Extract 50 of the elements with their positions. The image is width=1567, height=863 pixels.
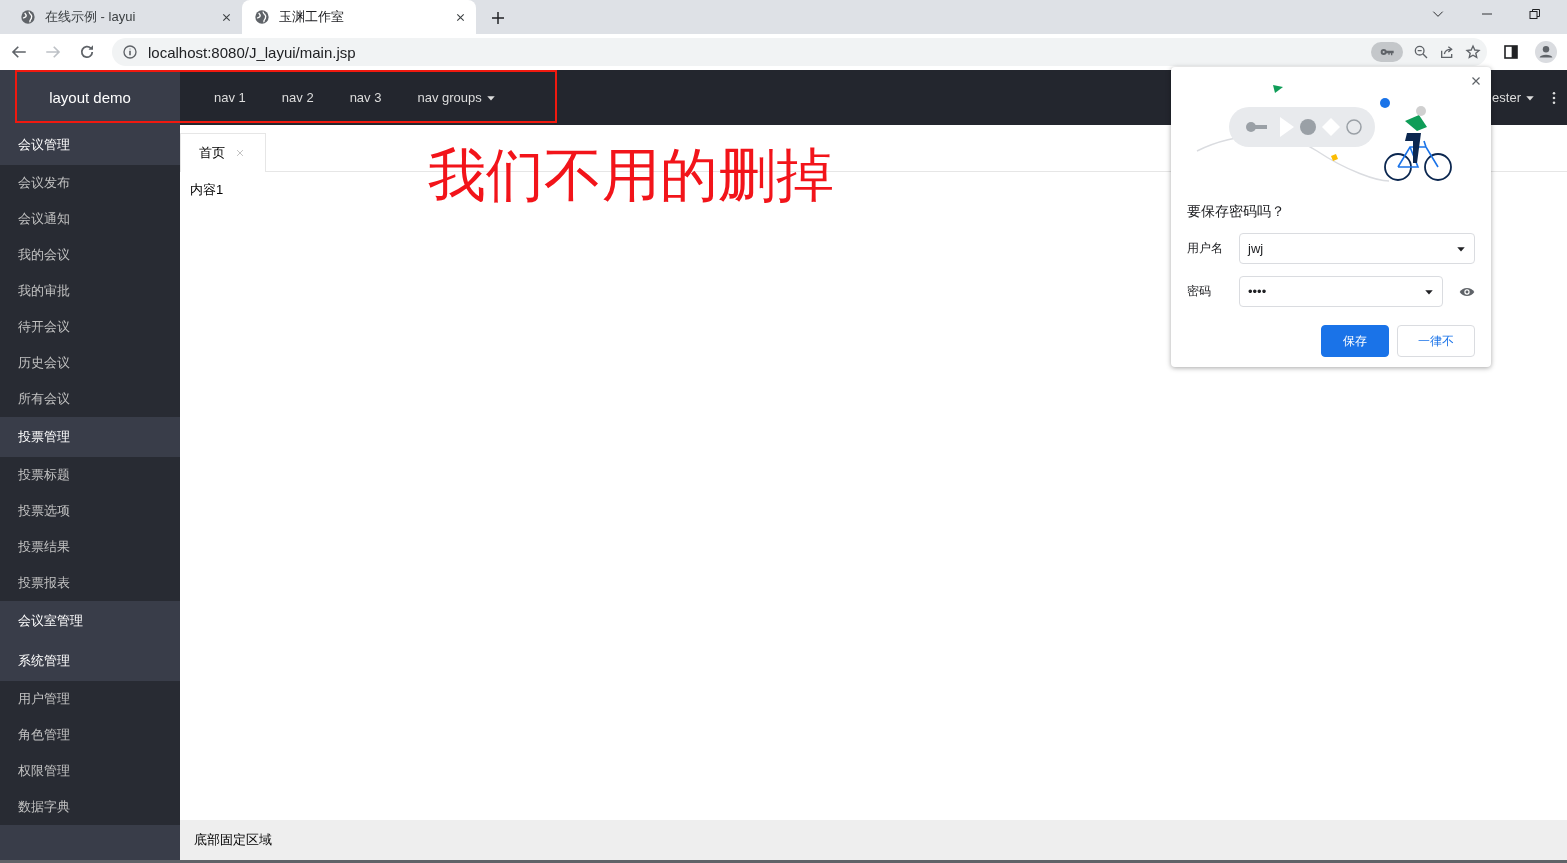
star-icon[interactable] <box>1465 44 1481 60</box>
sidebar-item[interactable]: 投票报表 <box>0 565 180 601</box>
close-icon[interactable] <box>221 11 232 23</box>
sidebar-item[interactable]: 投票选项 <box>0 493 180 529</box>
restore-icon[interactable] <box>1529 8 1541 20</box>
username-field[interactable]: jwj <box>1239 233 1475 264</box>
share-icon[interactable] <box>1439 44 1455 60</box>
reload-icon[interactable] <box>78 43 96 61</box>
sidebar-item[interactable]: 我的审批 <box>0 273 180 309</box>
sidebar-item[interactable]: 用户管理 <box>0 681 180 717</box>
annotation-text: 我们不用的删掉 <box>428 141 834 209</box>
sidebar-item[interactable]: 待开会议 <box>0 309 180 345</box>
footer-text: 底部固定区域 <box>194 831 272 849</box>
password-field[interactable]: •••• <box>1239 276 1443 307</box>
never-button[interactable]: 一律不 <box>1397 325 1475 357</box>
close-icon[interactable] <box>455 11 466 23</box>
profile-avatar-icon[interactable] <box>1535 41 1557 63</box>
sidebar-item[interactable]: 会议通知 <box>0 201 180 237</box>
sidebar-item[interactable]: 会议发布 <box>0 165 180 201</box>
nav-dropdown[interactable]: nav groups <box>399 90 514 105</box>
close-icon[interactable] <box>1470 75 1482 87</box>
save-button[interactable]: 保存 <box>1321 325 1389 357</box>
browser-tab[interactable]: 在线示例 - layui <box>8 0 242 34</box>
sidebar-item[interactable]: 角色管理 <box>0 717 180 753</box>
globe-icon <box>254 9 270 25</box>
zoom-out-icon[interactable] <box>1413 44 1429 60</box>
sidebar-item[interactable]: 数据字典 <box>0 789 180 825</box>
field-label: 密码 <box>1187 283 1212 300</box>
nav-link[interactable]: nav 1 <box>196 90 264 105</box>
key-button[interactable] <box>1371 42 1403 62</box>
nav-link[interactable]: nav 2 <box>263 90 332 105</box>
globe-icon <box>20 9 36 25</box>
dialog-title: 要保存密码吗？ <box>1187 203 1286 221</box>
nav-link[interactable]: nav 3 <box>331 90 400 105</box>
sidebar-item[interactable]: 权限管理 <box>0 753 180 789</box>
new-tab-icon[interactable] <box>490 10 506 26</box>
sidebar-item[interactable]: 投票结果 <box>0 529 180 565</box>
field-label: 用户名 <box>1187 240 1224 257</box>
page-tab[interactable]: 首页 <box>180 133 266 172</box>
content-text: 内容1 <box>190 182 224 197</box>
sidebar-item[interactable]: 投票标题 <box>0 457 180 493</box>
back-icon[interactable] <box>10 43 28 61</box>
sidebar-item[interactable]: 我的会议 <box>0 237 180 273</box>
user-menu[interactable]: ester <box>1492 90 1521 105</box>
sidebar-item[interactable]: 所有会议 <box>0 381 180 417</box>
browser-tab[interactable]: 玉渊工作室 <box>242 0 476 34</box>
info-icon[interactable] <box>122 44 138 60</box>
sidebar-item[interactable]: 历史会议 <box>0 345 180 381</box>
side-panel-icon[interactable] <box>1503 44 1519 60</box>
logo-text: layout demo <box>0 70 180 125</box>
